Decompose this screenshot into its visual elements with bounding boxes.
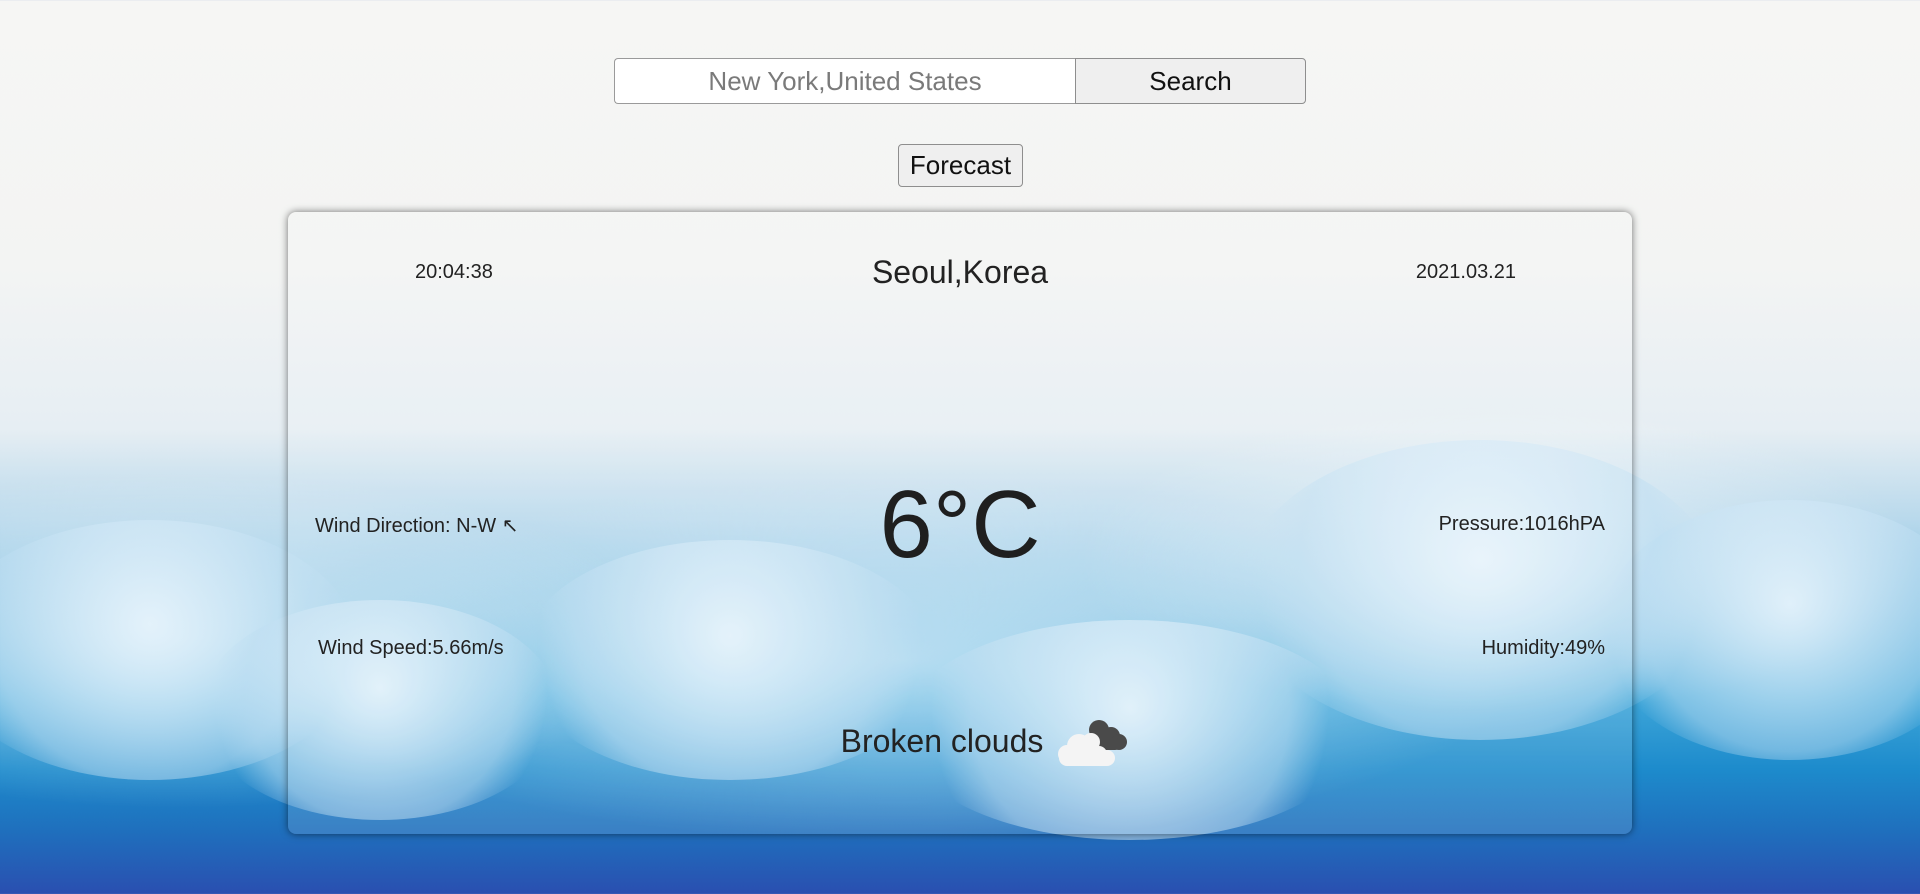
broken-clouds-icon (1058, 720, 1128, 766)
pressure: Pressure:1016hPA (1438, 513, 1605, 535)
wind-direction: Wind Direction: N-W ↖ (315, 515, 519, 537)
weather-card: 20:04:38 Seoul,Korea 2021.03.21 6°C Wind… (288, 212, 1632, 834)
search-input[interactable] (614, 58, 1075, 104)
weather-condition: Broken clouds (288, 716, 1632, 766)
wind-speed: Wind Speed:5.66m/s (318, 637, 504, 659)
search-bar: Search (614, 58, 1306, 104)
condition-label: Broken clouds (840, 722, 1044, 759)
current-date: 2021.03.21 (1415, 261, 1516, 283)
background-cloud (1600, 500, 1920, 760)
forecast-button[interactable]: Forecast (898, 144, 1023, 187)
humidity: Humidity:49% (1481, 637, 1605, 659)
search-button[interactable]: Search (1075, 58, 1306, 104)
